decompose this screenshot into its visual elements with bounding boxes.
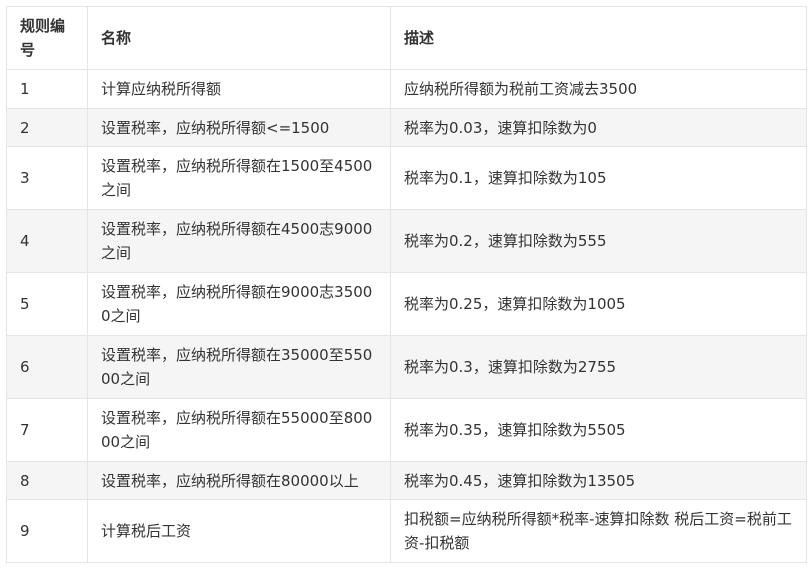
header-description: 描述 [390,6,807,70]
table-row: 3 设置税率，应纳税所得额在1500至4500之间 税率为0.1，速算扣除数为1… [6,146,807,210]
cell-description: 税率为0.45，速算扣除数为13505 [390,461,807,500]
cell-name: 计算税后工资 [87,499,391,563]
cell-rule-id: 8 [6,461,88,500]
cell-name: 设置税率，应纳税所得额在35000至55000之间 [87,335,391,399]
cell-rule-id: 2 [6,108,88,147]
cell-rule-id: 7 [6,398,88,462]
header-rule-id: 规则编号 [6,6,88,70]
table-row: 6 设置税率，应纳税所得额在35000至55000之间 税率为0.3，速算扣除数… [6,335,807,399]
cell-rule-id: 9 [6,499,88,563]
table-row: 8 设置税率，应纳税所得额在80000以上 税率为0.45，速算扣除数为1350… [6,461,807,500]
table-header-row: 规则编号 名称 描述 [6,6,807,70]
cell-description: 扣税额=应纳税所得额*税率-速算扣除数 税后工资=税前工资-扣税额 [390,499,807,563]
tax-rules-table: 规则编号 名称 描述 1 计算应纳税所得额 应纳税所得额为税前工资减去3500 … [6,6,807,563]
table-row: 5 设置税率，应纳税所得额在9000志35000之间 税率为0.25，速算扣除数… [6,272,807,336]
cell-name: 设置税率，应纳税所得额在4500志9000之间 [87,209,391,273]
cell-name: 设置税率，应纳税所得额在80000以上 [87,461,391,500]
cell-name: 设置税率，应纳税所得额<=1500 [87,108,391,147]
header-name: 名称 [87,6,391,70]
cell-description: 税率为0.03，速算扣除数为0 [390,108,807,147]
cell-description: 税率为0.1，速算扣除数为105 [390,146,807,210]
cell-name: 设置税率，应纳税所得额在9000志35000之间 [87,272,391,336]
cell-name: 计算应纳税所得额 [87,69,391,109]
page: 规则编号 名称 描述 1 计算应纳税所得额 应纳税所得额为税前工资减去3500 … [0,0,811,569]
table-row: 4 设置税率，应纳税所得额在4500志9000之间 税率为0.2，速算扣除数为5… [6,209,807,273]
cell-description: 税率为0.25，速算扣除数为1005 [390,272,807,336]
cell-description: 税率为0.2，速算扣除数为555 [390,209,807,273]
cell-rule-id: 1 [6,69,88,109]
table-row: 9 计算税后工资 扣税额=应纳税所得额*税率-速算扣除数 税后工资=税前工资-扣… [6,499,807,563]
cell-rule-id: 3 [6,146,88,210]
cell-rule-id: 6 [6,335,88,399]
cell-description: 税率为0.3，速算扣除数为2755 [390,335,807,399]
table-row: 2 设置税率，应纳税所得额<=1500 税率为0.03，速算扣除数为0 [6,108,807,147]
cell-description: 税率为0.35，速算扣除数为5505 [390,398,807,462]
cell-description: 应纳税所得额为税前工资减去3500 [390,69,807,109]
cell-name: 设置税率，应纳税所得额在55000至80000之间 [87,398,391,462]
cell-rule-id: 5 [6,272,88,336]
cell-rule-id: 4 [6,209,88,273]
table-row: 7 设置税率，应纳税所得额在55000至80000之间 税率为0.35，速算扣除… [6,398,807,462]
cell-name: 设置税率，应纳税所得额在1500至4500之间 [87,146,391,210]
table-row: 1 计算应纳税所得额 应纳税所得额为税前工资减去3500 [6,69,807,109]
